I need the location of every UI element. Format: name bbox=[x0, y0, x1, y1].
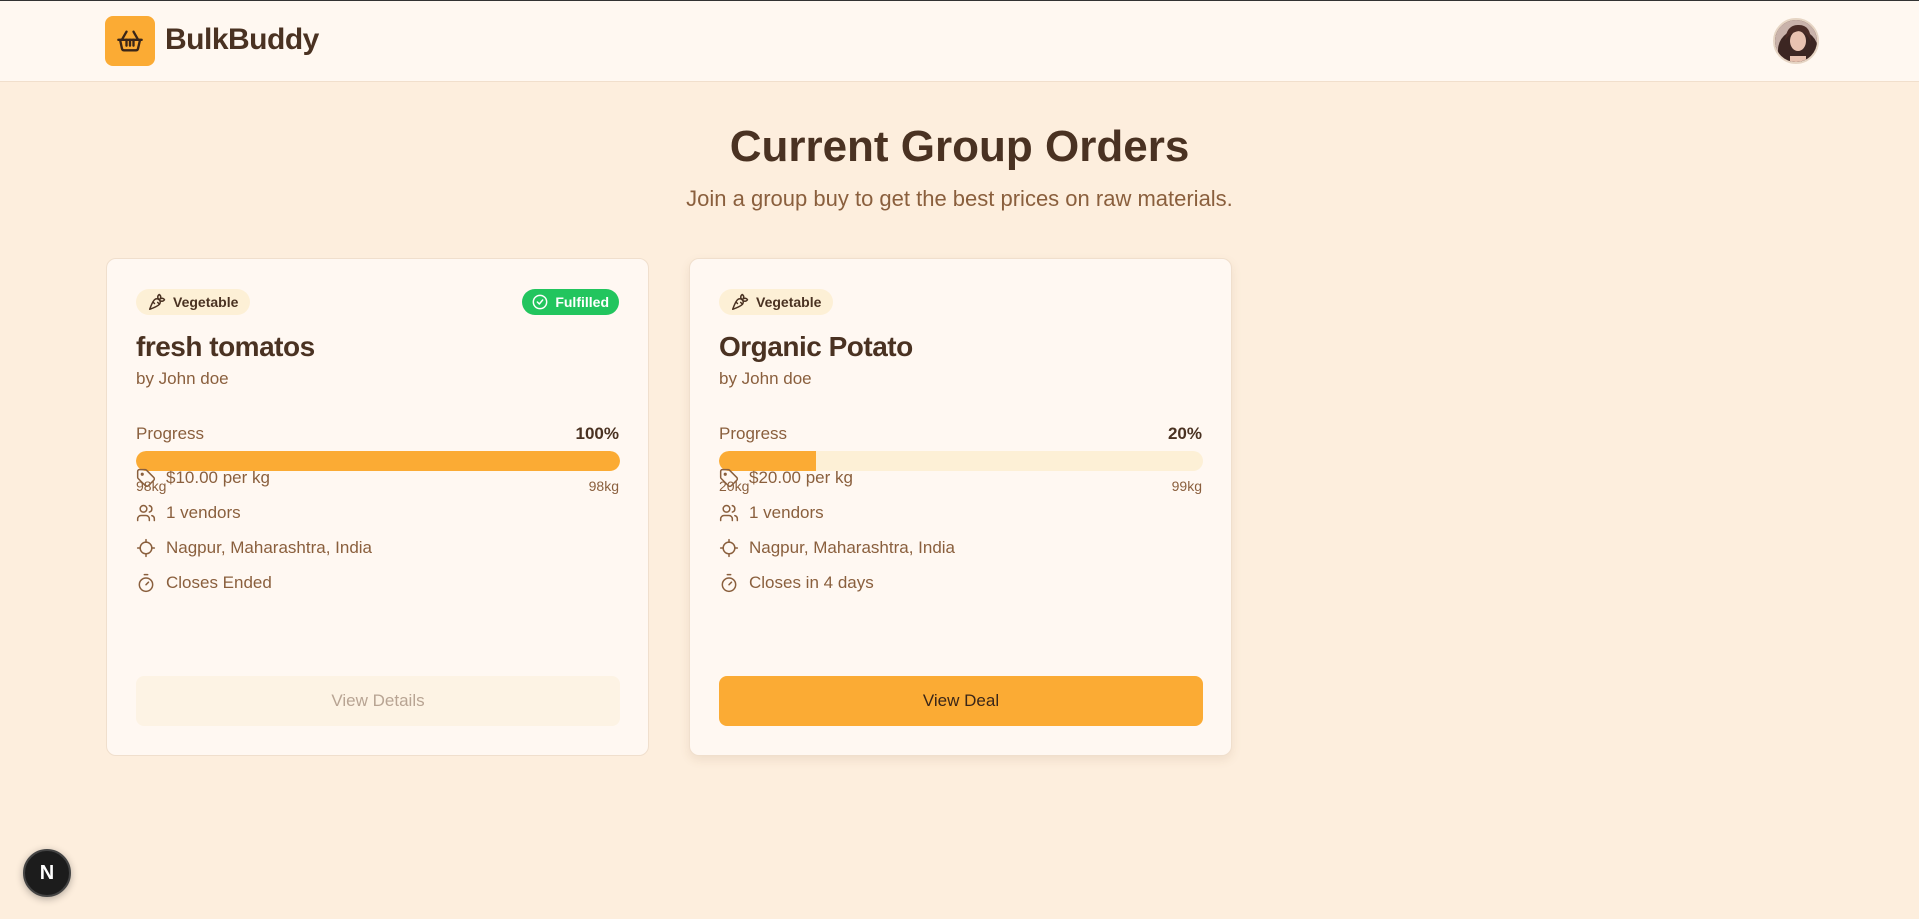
basket-icon bbox=[117, 30, 143, 52]
progress-label: Progress bbox=[136, 424, 205, 443]
logo[interactable] bbox=[105, 16, 155, 66]
order-owner: by John doe bbox=[719, 369, 812, 388]
vendors-text: 1 vendors bbox=[166, 503, 241, 522]
user-avatar[interactable] bbox=[1773, 18, 1819, 64]
price-row: $20.00 per kg bbox=[719, 468, 853, 488]
locate-icon bbox=[136, 538, 156, 558]
carrot-icon bbox=[731, 293, 749, 311]
location-text: Nagpur, Maharashtra, India bbox=[166, 538, 373, 557]
page-title: Current Group Orders bbox=[729, 122, 1190, 171]
carrot-icon bbox=[148, 293, 166, 311]
tag-icon bbox=[136, 468, 156, 488]
order-title: fresh tomatos bbox=[136, 331, 315, 362]
app-header: BulkBuddy bbox=[0, 1, 1919, 82]
status-badge: Fulfilled bbox=[522, 289, 619, 315]
locate-icon bbox=[719, 538, 739, 558]
page-subtitle: Join a group buy to get the best prices … bbox=[686, 186, 1233, 211]
category-badge: Vegetable bbox=[719, 289, 834, 315]
order-title: Organic Potato bbox=[719, 331, 913, 362]
timer-icon bbox=[138, 573, 154, 593]
progress-label: Progress bbox=[719, 424, 788, 443]
target-quantity: 98kg bbox=[588, 478, 619, 494]
location-row: Nagpur, Maharashtra, India bbox=[136, 538, 372, 558]
brand-name[interactable]: BulkBuddy bbox=[165, 23, 319, 57]
closes-row: Closes in 4 days bbox=[719, 573, 874, 593]
check-circle-icon bbox=[532, 294, 548, 310]
users-icon bbox=[136, 504, 156, 522]
price-text: $20.00 per kg bbox=[749, 468, 853, 487]
group-order-card: Vegetable Fulfilled fresh tomatos by Joh… bbox=[106, 258, 649, 756]
location-text: Nagpur, Maharashtra, India bbox=[749, 538, 956, 557]
status-label: Fulfilled bbox=[555, 294, 609, 310]
vendors-text: 1 vendors bbox=[749, 503, 824, 522]
group-order-card: Vegetable Organic Potato by John doe Pro… bbox=[689, 258, 1232, 756]
avatar-image bbox=[1775, 20, 1817, 62]
timer-icon bbox=[721, 573, 737, 593]
closes-text: Closes in 4 days bbox=[749, 573, 874, 592]
progress-percent: 100% bbox=[575, 424, 619, 443]
price-text: $10.00 per kg bbox=[166, 468, 270, 487]
order-owner: by John doe bbox=[136, 369, 229, 388]
price-row: $10.00 per kg bbox=[136, 468, 270, 488]
progress-percent: 20% bbox=[1167, 424, 1202, 443]
location-row: Nagpur, Maharashtra, India bbox=[719, 538, 955, 558]
view-deal-button[interactable]: View Deal bbox=[719, 676, 1203, 726]
closes-text: Closes Ended bbox=[166, 573, 272, 592]
vendors-row: 1 vendors bbox=[136, 503, 241, 523]
tag-icon bbox=[719, 468, 739, 488]
users-icon bbox=[719, 504, 739, 522]
vendors-row: 1 vendors bbox=[719, 503, 824, 523]
target-quantity: 99kg bbox=[1171, 478, 1202, 494]
view-details-button[interactable]: View Details bbox=[136, 676, 620, 726]
next-dev-badge[interactable]: N bbox=[23, 849, 71, 897]
category-label: Vegetable bbox=[756, 294, 822, 310]
closes-row: Closes Ended bbox=[136, 573, 272, 593]
category-badge: Vegetable bbox=[136, 289, 251, 315]
category-label: Vegetable bbox=[173, 294, 239, 310]
